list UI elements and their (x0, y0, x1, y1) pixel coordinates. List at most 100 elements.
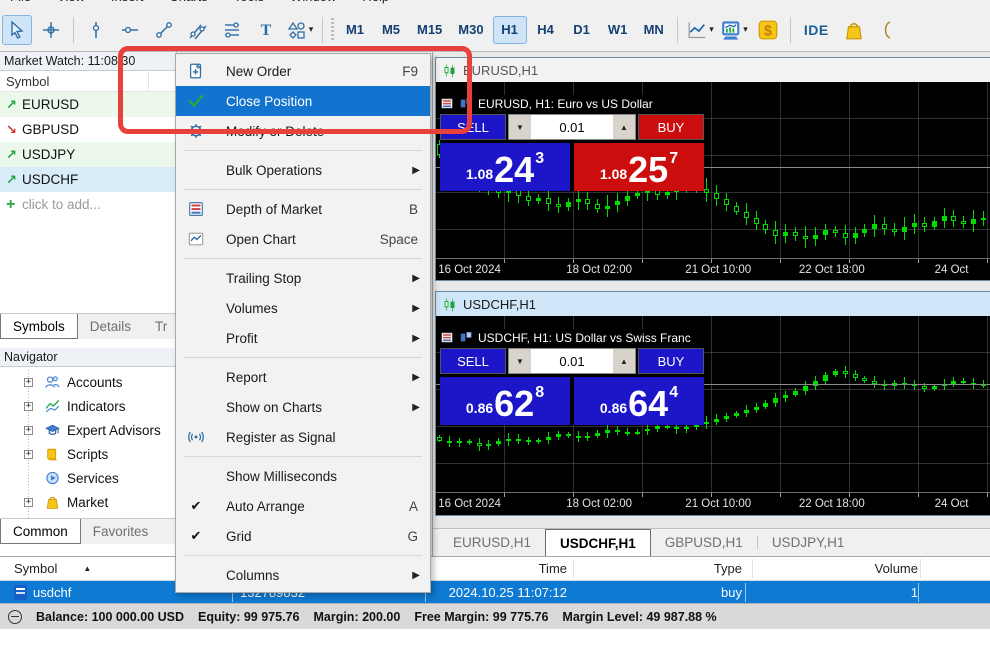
chart-window-titlebar[interactable]: USDCHF,H1 (436, 292, 990, 316)
tab-tr[interactable]: Tr (143, 314, 179, 339)
market-store-button[interactable] (839, 15, 869, 45)
timeframe-button-w1[interactable]: W1 (601, 16, 635, 44)
volume-input[interactable]: 0.01 (531, 349, 613, 373)
timeframe-button-h4[interactable]: H4 (529, 16, 563, 44)
timeframe-button-h1[interactable]: H1 (493, 16, 527, 44)
menu-item-report[interactable]: Report▶ (176, 362, 430, 392)
sell-button[interactable]: SELL (440, 114, 506, 140)
chart-window-titlebar[interactable]: EURUSD,H1 (436, 58, 990, 82)
buy-price-panel[interactable]: 1.08257 (574, 143, 704, 191)
buy-button[interactable]: BUY (638, 114, 704, 140)
timeframe-button-d1[interactable]: D1 (565, 16, 599, 44)
trendline-tool-button[interactable] (149, 15, 179, 45)
chart-tab-usdchfh1[interactable]: USDCHF,H1 (545, 529, 651, 556)
volume-increase-button[interactable]: ▲ (613, 115, 635, 139)
chart-tab-eurusdh1[interactable]: EURUSD,H1 (439, 529, 545, 556)
menu-item-volumes[interactable]: Volumes▶ (176, 293, 430, 323)
navigator-item-market[interactable]: +Market (0, 490, 177, 514)
text-tool-tool-button[interactable]: T (251, 15, 281, 45)
chevron-down-icon[interactable]: ▾ (309, 24, 314, 35)
menubar-item-insert[interactable]: Insert (111, 0, 144, 4)
buy-price-panel[interactable]: 0.86644 (574, 377, 704, 425)
sell-price-panel[interactable]: 0.86628 (440, 377, 570, 425)
tab-symbols[interactable]: Symbols (0, 314, 78, 339)
column-header-volume[interactable]: Volume (798, 557, 918, 580)
column-header-symbol[interactable]: Symbol▲ (14, 557, 194, 580)
market-watch-row-eurusd[interactable]: ↗EURUSD (0, 92, 176, 117)
tab-favorites[interactable]: Favorites (81, 519, 161, 544)
navigator-item-accounts[interactable]: +Accounts (0, 370, 177, 394)
menu-item-profit[interactable]: Profit▶ (176, 323, 430, 353)
timeframe-button-m15[interactable]: M15 (410, 16, 449, 44)
menu-item-new-order[interactable]: New OrderF9 (176, 56, 430, 86)
clipped-toolbar-button[interactable] (873, 15, 903, 45)
expand-plus-box[interactable]: + (24, 498, 33, 507)
menu-item-auto-arrange[interactable]: ✔Auto ArrangeA (176, 491, 430, 521)
expand-plus-box[interactable]: + (24, 450, 33, 459)
menu-item-modify-or-delete[interactable]: Modify or Delete (176, 116, 430, 146)
market-watch-row-usdjpy[interactable]: ↗USDJPY (0, 142, 176, 167)
chart-type-button[interactable]: ▾ (685, 15, 715, 45)
navigator-item-services[interactable]: Services (0, 466, 177, 490)
chart-mini-icon[interactable] (459, 97, 473, 110)
chevron-down-icon[interactable]: ▾ (709, 24, 714, 35)
column-header-type[interactable]: Type (622, 557, 742, 580)
timeframe-button-m1[interactable]: M1 (338, 16, 372, 44)
shapes-tool-button[interactable]: ▾ (285, 15, 315, 45)
chevron-down-icon[interactable]: ▾ (743, 24, 748, 35)
depth-of-market-mini-icon[interactable] (440, 331, 454, 344)
menu-item-grid[interactable]: ✔GridG (176, 521, 430, 551)
menu-item-bulk-operations[interactable]: Bulk Operations▶ (176, 155, 430, 185)
menu-item-trailing-stop[interactable]: Trailing Stop▶ (176, 263, 430, 293)
market-watch-add-row[interactable]: + click to add... (0, 192, 176, 217)
expand-plus-box[interactable]: + (24, 378, 33, 387)
depth-of-market-mini-icon[interactable] (440, 97, 454, 110)
menu-item-depth-of-market[interactable]: Depth of MarketB (176, 194, 430, 224)
navigator-item-expert-advisors[interactable]: +Expert Advisors (0, 418, 177, 442)
timeframe-button-m5[interactable]: M5 (374, 16, 408, 44)
indicators-button[interactable]: ▾ (719, 15, 749, 45)
chart-plot-area-usdchf[interactable]: USDCHF, H1: US Dollar vs Swiss FrancSELL… (436, 316, 990, 492)
buy-button[interactable]: BUY (638, 348, 704, 374)
tab-common[interactable]: Common (0, 519, 81, 544)
menubar-item-file[interactable]: File (10, 0, 31, 4)
navigator-item-scripts[interactable]: +Scripts (0, 442, 177, 466)
menubar-item-view[interactable]: View (57, 0, 85, 4)
menu-item-columns[interactable]: Columns▶ (176, 560, 430, 590)
menubar-item-help[interactable]: Help (362, 0, 389, 4)
timeframe-button-m30[interactable]: M30 (451, 16, 490, 44)
menubar-item-charts[interactable]: Charts (169, 0, 207, 4)
navigator-item-indicators[interactable]: +Indicators (0, 394, 177, 418)
market-watch-row-gbpusd[interactable]: ↘GBPUSD (0, 117, 176, 142)
vertical-line-tool-button[interactable] (81, 15, 111, 45)
cursor-tool-button[interactable] (2, 15, 32, 45)
crosshair-tool-button[interactable] (36, 15, 66, 45)
chart-tab-gbpusdh1[interactable]: GBPUSD,H1 (651, 529, 757, 556)
trade-table-row[interactable]: usdchf1327898322024.10.25 11:07:12buy1 (0, 581, 990, 604)
column-header-time[interactable]: Time (417, 557, 567, 580)
timeframe-button-mn[interactable]: MN (637, 16, 671, 44)
chart-tab-usdjpyh1[interactable]: USDJPY,H1 (758, 529, 859, 556)
sell-price-panel[interactable]: 1.08243 (440, 143, 570, 191)
sell-button[interactable]: SELL (440, 348, 506, 374)
menu-item-show-on-charts[interactable]: Show on Charts▶ (176, 392, 430, 422)
chart-plot-area-eurusd[interactable]: EURUSD, H1: Euro vs US DollarSELL▼0.01▲B… (436, 82, 990, 258)
expand-plus-box[interactable]: + (24, 402, 33, 411)
menu-item-show-milliseconds[interactable]: Show Milliseconds (176, 461, 430, 491)
menu-item-close-position[interactable]: Close Position (176, 86, 430, 116)
menu-item-open-chart[interactable]: Open ChartSpace (176, 224, 430, 254)
channel-tool-button[interactable] (183, 15, 213, 45)
market-watch-column-header[interactable]: Symbol (0, 71, 176, 92)
menu-item-register-as-signal[interactable]: Register as Signal (176, 422, 430, 452)
menubar-item-tools[interactable]: Tools (234, 0, 264, 4)
menubar-item-window[interactable]: Window (290, 0, 336, 4)
volume-input[interactable]: 0.01 (531, 115, 613, 139)
market-watch-row-usdchf[interactable]: ↗USDCHF (0, 167, 176, 192)
fibonacci-tool-button[interactable] (217, 15, 247, 45)
tab-details[interactable]: Details (78, 314, 143, 339)
volume-increase-button[interactable]: ▲ (613, 349, 635, 373)
volume-decrease-button[interactable]: ▼ (509, 115, 531, 139)
ide-button[interactable]: IDE (796, 22, 837, 38)
chart-mini-icon[interactable] (459, 331, 473, 344)
volume-decrease-button[interactable]: ▼ (509, 349, 531, 373)
